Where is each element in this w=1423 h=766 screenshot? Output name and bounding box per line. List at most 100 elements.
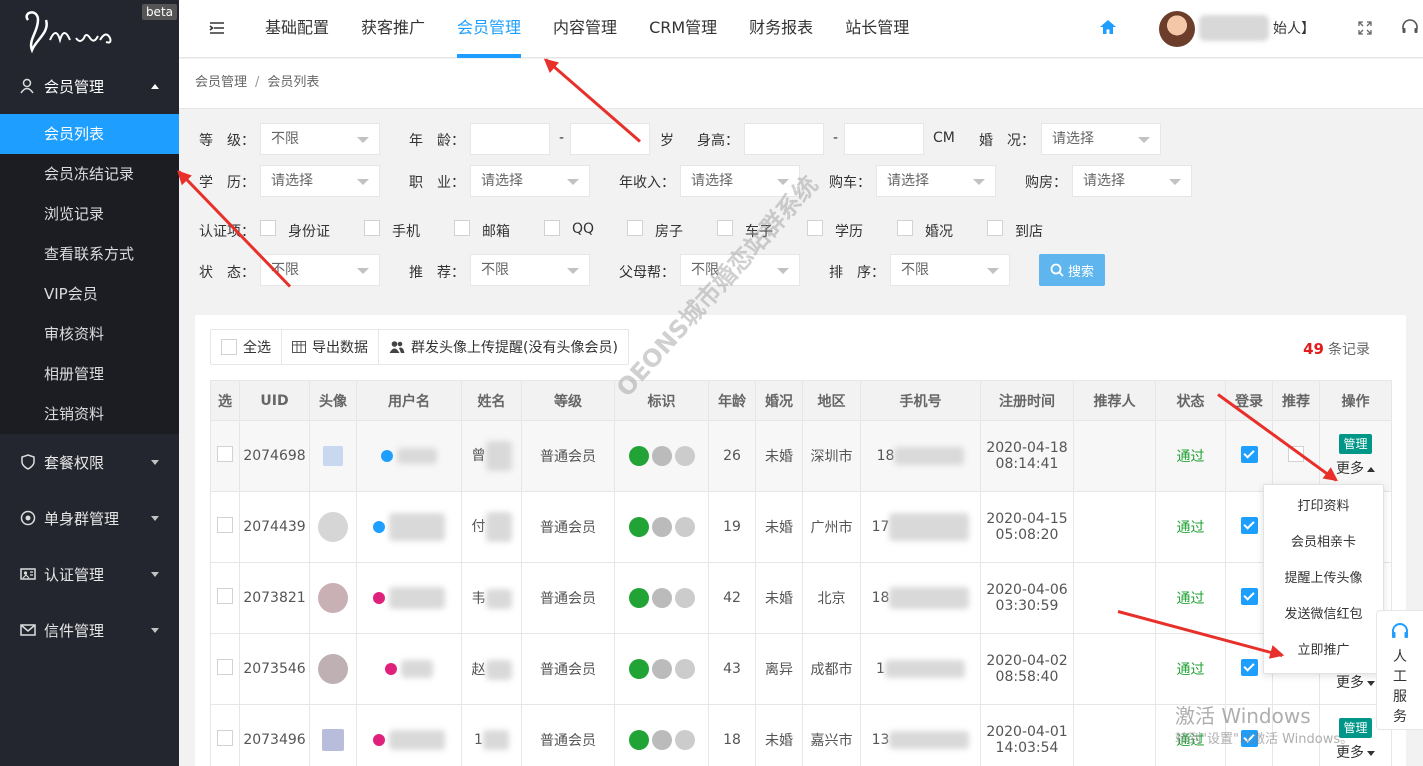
row-checkbox[interactable] [217,730,233,746]
fullscreen-icon[interactable] [1357,20,1373,36]
sidebar-item-review[interactable]: 审核资料 [0,314,179,354]
marriage-select[interactable]: 请选择 [1041,123,1161,155]
cert-checkbox-car[interactable] [717,220,733,236]
top-nav-acquire[interactable]: 获客推广 [345,0,441,58]
sidebar-group-auth[interactable]: 认证管理 [0,546,179,602]
top-nav: 基础配置 获客推广 会员管理 内容管理 CRM管理 财务报表 站长管理 [249,0,925,58]
cert-checkbox-phone[interactable] [364,220,380,236]
more-button[interactable]: 更多 [1336,672,1375,692]
edu-select[interactable]: 请选择 [260,165,380,197]
export-label: 导出数据 [312,340,368,356]
top-nav-admin[interactable]: 站长管理 [829,0,925,58]
cert-checkbox-id[interactable] [260,220,276,236]
headset-icon[interactable] [1401,18,1419,36]
cert-checkbox-house[interactable] [627,220,643,236]
cell-uid: 2074698 [239,420,310,492]
top-nav-crm[interactable]: CRM管理 [633,0,733,58]
table-row[interactable]: 2074698 曾 普通会员 26 未婚 深圳市 18 2020-04-18 08… [210,420,1392,492]
sidebar-group-package[interactable]: 套餐权限 [0,434,179,490]
select-all-checkbox[interactable] [221,339,237,355]
home-icon[interactable] [1099,18,1117,36]
sidebar-group-singles[interactable]: 单身群管理 [0,490,179,546]
table-row[interactable]: 2074439 付 普通会员 19 未婚 广州市 17 2020-04-15 05… [210,491,1392,563]
username-blur[interactable] [401,660,433,678]
search-button[interactable]: 搜索 [1039,254,1105,286]
row-checkbox[interactable] [217,446,233,462]
top-nav-content[interactable]: 内容管理 [537,0,633,58]
cert-checkbox-store[interactable] [987,220,1003,236]
avatar[interactable] [323,446,343,466]
remind-avatar-button[interactable]: 群发头像上传提醒(没有头像会员) [379,330,628,364]
login-checkbox[interactable] [1240,445,1258,463]
dropdown-item-wechat-redpacket[interactable]: 发送微信红包 [1264,597,1383,633]
sidebar-item-album[interactable]: 相册管理 [0,354,179,394]
avatar[interactable] [318,583,348,613]
select-all-button[interactable]: 全选 [211,330,282,364]
username-blur[interactable] [389,587,445,609]
login-checkbox[interactable] [1240,658,1258,676]
avatar[interactable] [322,729,344,751]
logo[interactable]: beta [0,0,179,58]
car-select[interactable]: 请选择 [876,165,996,197]
sidebar-item-freeze-log[interactable]: 会员冻结记录 [0,154,179,194]
height-max-input[interactable] [844,123,924,155]
username-blur[interactable] [389,513,445,541]
ident-icons [628,588,695,608]
top-nav-member[interactable]: 会员管理 [441,0,537,58]
cert-item: 身份证 [288,224,330,240]
user-role[interactable]: 始人】 [1273,18,1315,38]
top-nav-finance[interactable]: 财务报表 [733,0,829,58]
sidebar-item-cancel[interactable]: 注销资料 [0,394,179,434]
table-row[interactable]: 2073821 韦 普通会员 42 未婚 北京 18 2020-04-06 03:… [210,562,1392,634]
customer-service-button[interactable]: 人工服务 [1376,610,1423,730]
row-checkbox[interactable] [217,588,233,604]
login-checkbox[interactable] [1240,587,1258,605]
sort-select[interactable]: 不限 [890,254,1010,286]
cell-reg-time: 14:03:54 [995,740,1059,756]
top-bar: 基础配置 获客推广 会员管理 内容管理 CRM管理 财务报表 站长管理 始人】 [179,0,1423,58]
house-select[interactable]: 请选择 [1072,165,1192,197]
login-checkbox[interactable] [1240,516,1258,534]
parent-select[interactable]: 不限 [680,254,800,286]
avatar[interactable] [318,654,348,684]
table-row[interactable]: 2073546 赵 普通会员 43 离异 成都市 1 2020-04-02 08:… [210,633,1392,705]
sidebar-group-mail[interactable]: 信件管理 [0,602,179,658]
ident-icons [628,517,695,537]
dropdown-item-remind-avatar[interactable]: 提醒上传头像 [1264,561,1383,597]
sidebar-item-vip[interactable]: VIP会员 [0,274,179,314]
cell-age: 42 [708,562,756,634]
phone-blur [889,513,970,541]
cert-checkbox-email[interactable] [454,220,470,236]
username-blur[interactable] [389,730,445,750]
grade-select[interactable]: 不限 [260,123,380,155]
col-header[interactable]: UID [239,380,310,421]
username-blur[interactable] [397,448,437,464]
cell-name-char: 付 [471,519,486,535]
cert-checkbox-marriage[interactable] [897,220,913,236]
sidebar-group-member[interactable]: 会员管理 [0,58,179,114]
income-select[interactable]: 请选择 [680,165,800,197]
sidebar-item-member-list[interactable]: 会员列表 [0,114,179,154]
dropdown-item-print[interactable]: 打印资料 [1264,489,1383,525]
export-button[interactable]: 导出数据 [282,330,379,364]
row-checkbox[interactable] [217,659,233,675]
camera-icon [674,517,695,537]
job-select[interactable]: 请选择 [470,165,590,197]
row-checkbox[interactable] [217,517,233,533]
cert-checkbox-edu[interactable] [807,220,823,236]
age-min-input[interactable] [470,123,550,155]
sidebar-item-browse-log[interactable]: 浏览记录 [0,194,179,234]
breadcrumb-root[interactable]: 会员管理 [195,75,247,90]
height-min-input[interactable] [744,123,824,155]
dropdown-item-card[interactable]: 会员相亲卡 [1264,525,1383,561]
menu-toggle-icon[interactable] [209,20,225,36]
status-select[interactable]: 不限 [260,254,380,286]
cert-checkbox-qq[interactable] [544,220,560,236]
avatar[interactable] [318,512,348,542]
avatar[interactable] [1159,11,1195,47]
cell-name-char: 曾 [471,448,486,464]
top-nav-basic[interactable]: 基础配置 [249,0,345,58]
manage-button[interactable]: 管理 [1339,434,1372,454]
recommend-select[interactable]: 不限 [470,254,590,286]
sidebar-item-contact[interactable]: 查看联系方式 [0,234,179,274]
